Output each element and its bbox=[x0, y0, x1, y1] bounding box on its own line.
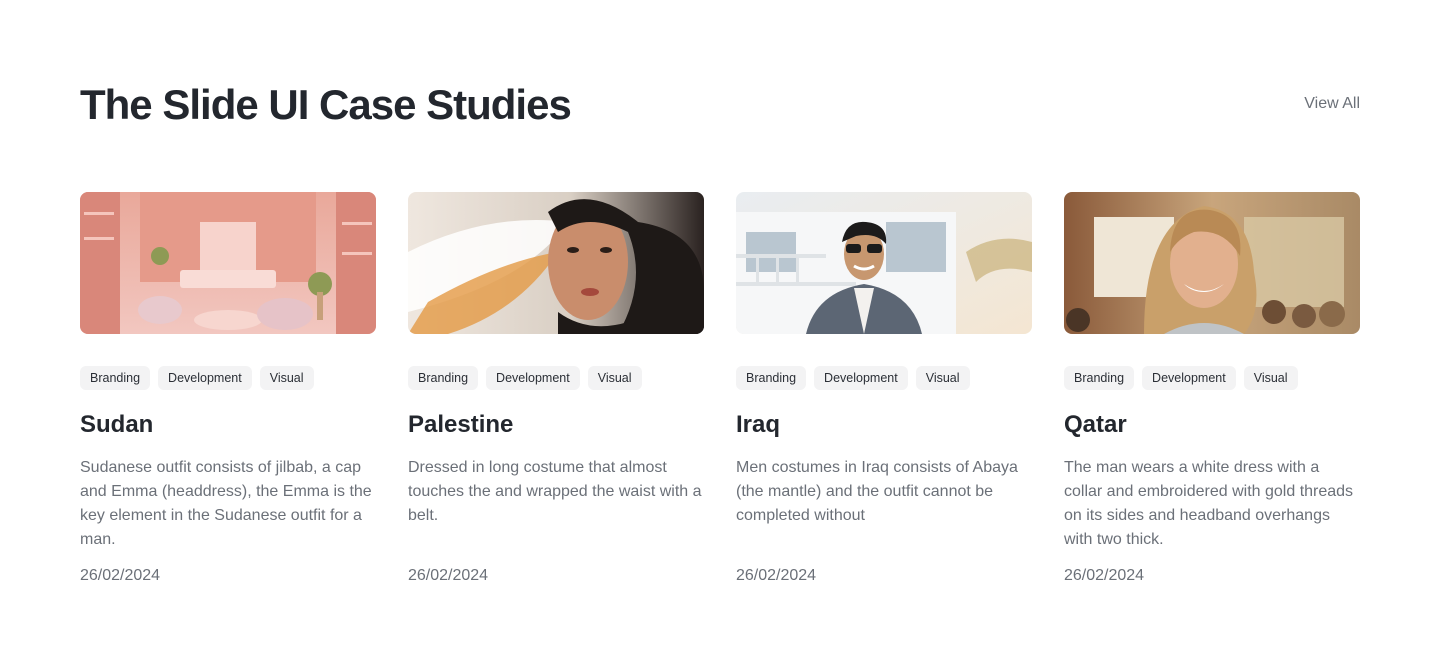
card-list: Branding Development Visual Sudan Sudane… bbox=[80, 192, 1360, 586]
tag-list: Branding Development Visual bbox=[736, 366, 1032, 390]
tag-visual[interactable]: Visual bbox=[587, 366, 642, 390]
case-study-card[interactable]: Branding Development Visual Palestine Dr… bbox=[408, 192, 704, 586]
tag-list: Branding Development Visual bbox=[1064, 366, 1360, 390]
card-image[interactable] bbox=[736, 192, 1032, 334]
pink-boutique-image bbox=[80, 192, 376, 334]
tag-development[interactable]: Development bbox=[814, 366, 908, 390]
card-image[interactable] bbox=[1064, 192, 1360, 334]
tag-branding[interactable]: Branding bbox=[80, 366, 151, 390]
card-description: Sudanese outfit consists of jilbab, a ca… bbox=[80, 459, 372, 548]
tag-list: Branding Development Visual bbox=[408, 366, 704, 390]
case-studies-section: The Slide UI Case Studies View All Brand… bbox=[0, 0, 1440, 670]
card-date: 26/02/2024 bbox=[80, 567, 161, 584]
man-in-suit-image bbox=[736, 192, 1032, 334]
card-date: 26/02/2024 bbox=[1064, 567, 1145, 584]
card-image[interactable] bbox=[80, 192, 376, 334]
tag-list: Branding Development Visual bbox=[80, 366, 376, 390]
page-title: The Slide UI Case Studies bbox=[80, 81, 572, 128]
card-date: 26/02/2024 bbox=[736, 567, 817, 584]
tag-visual[interactable]: Visual bbox=[915, 366, 970, 390]
card-title[interactable]: Sudan bbox=[80, 410, 376, 440]
tag-visual[interactable]: Visual bbox=[259, 366, 314, 390]
case-study-card[interactable]: Branding Development Visual Sudan Sudane… bbox=[80, 192, 376, 586]
smiling-woman-image bbox=[1064, 192, 1360, 334]
view-all-link[interactable]: View All bbox=[1304, 94, 1360, 114]
tag-branding[interactable]: Branding bbox=[736, 366, 807, 390]
card-title[interactable]: Iraq bbox=[736, 410, 1032, 440]
case-study-card[interactable]: Branding Development Visual Qatar The ma… bbox=[1064, 192, 1360, 586]
card-description: Dressed in long costume that almost touc… bbox=[408, 459, 702, 524]
card-description: Men costumes in Iraq consists of Abaya (… bbox=[736, 459, 1018, 524]
woman-portrait-image bbox=[408, 192, 704, 334]
card-description: The man wears a white dress with a colla… bbox=[1064, 459, 1354, 548]
card-title[interactable]: Palestine bbox=[408, 410, 704, 440]
tag-development[interactable]: Development bbox=[486, 366, 580, 390]
tag-development[interactable]: Development bbox=[158, 366, 252, 390]
tag-development[interactable]: Development bbox=[1142, 366, 1236, 390]
card-date: 26/02/2024 bbox=[408, 567, 489, 584]
card-image[interactable] bbox=[408, 192, 704, 334]
tag-visual[interactable]: Visual bbox=[1243, 366, 1298, 390]
tag-branding[interactable]: Branding bbox=[408, 366, 479, 390]
card-title[interactable]: Qatar bbox=[1064, 410, 1360, 440]
tag-branding[interactable]: Branding bbox=[1064, 366, 1135, 390]
case-study-card[interactable]: Branding Development Visual Iraq Men cos… bbox=[736, 192, 1032, 586]
